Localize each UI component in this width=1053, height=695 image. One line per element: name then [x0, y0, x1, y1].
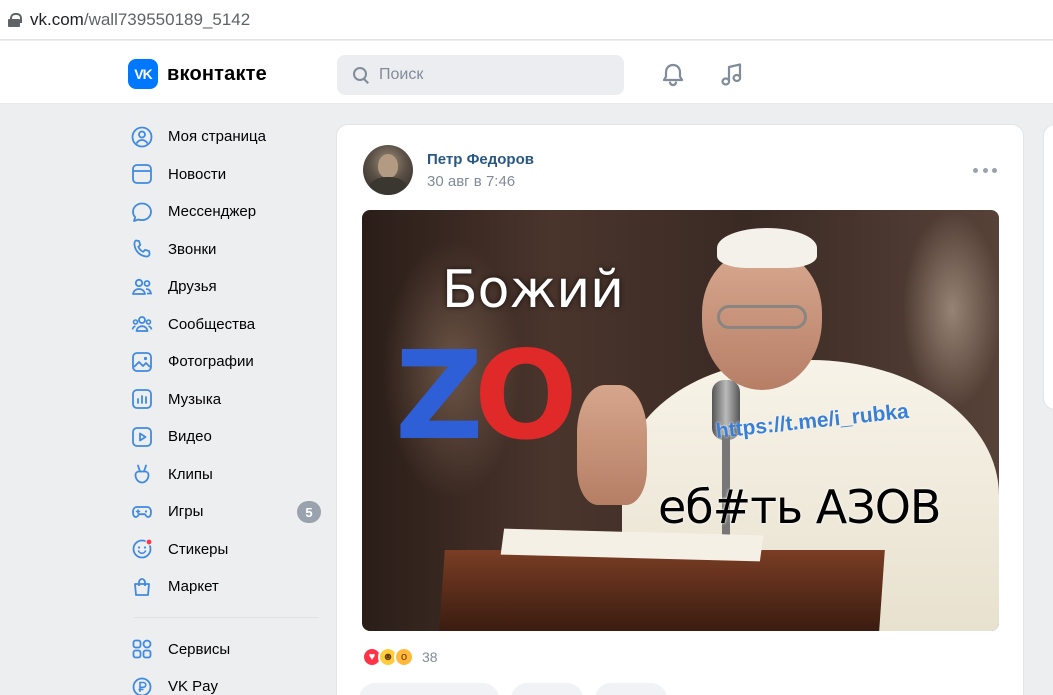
- right-column-card: [1043, 124, 1053, 410]
- sidebar-item-services[interactable]: Сервисы: [128, 631, 323, 669]
- clips-icon: [130, 462, 154, 486]
- sidebar-item-vkpay[interactable]: VK Pay: [128, 668, 323, 695]
- top-header: VK вконтакте: [0, 41, 1053, 104]
- post-image[interactable]: Божий Z O https://t.me/i_rubka еб#ть АЗО…: [362, 210, 999, 631]
- gamepad-icon: [130, 500, 154, 524]
- sidebar-item-music[interactable]: Музыка: [128, 381, 323, 419]
- vk-logo[interactable]: VK вконтакте: [128, 59, 267, 89]
- avatar[interactable]: [363, 145, 413, 195]
- market-icon: [130, 575, 154, 599]
- sidebar-item-my-page[interactable]: Моя страница: [128, 118, 323, 156]
- sidebar-label: Звонки: [168, 240, 217, 258]
- friends-icon: [130, 275, 154, 299]
- image-glasses: [717, 305, 807, 329]
- sticker-icon: [130, 537, 154, 561]
- communities-icon: [130, 312, 154, 336]
- sidebar-label: Клипы: [168, 465, 213, 483]
- avatar-body: [369, 177, 407, 195]
- sidebar-label: Фотографии: [168, 353, 254, 371]
- comment-button[interactable]: [511, 683, 583, 695]
- services-icon: [130, 637, 154, 661]
- sidebar-item-messenger[interactable]: Мессенджер: [128, 193, 323, 231]
- url-path: /wall739550189_5142: [83, 9, 251, 29]
- sidebar-label: Музыка: [168, 390, 222, 408]
- sidebar-label: Сервисы: [168, 640, 231, 658]
- post-time[interactable]: 30 авг в 7:46: [427, 173, 515, 190]
- like-button[interactable]: [359, 683, 499, 695]
- sidebar-item-stickers[interactable]: Стикеры: [128, 531, 323, 569]
- sidebar-label: Друзья: [168, 278, 217, 296]
- sidebar-label: Моя страница: [168, 128, 266, 146]
- image-letter-o: O: [474, 325, 578, 467]
- search-icon: [352, 66, 370, 84]
- reactions-summary[interactable]: ♥ ☻ o 38: [362, 647, 438, 667]
- message-icon: [130, 200, 154, 224]
- bell-icon[interactable]: [659, 61, 687, 89]
- dot-icon: [982, 167, 988, 173]
- sidebar-item-friends[interactable]: Друзья: [128, 268, 323, 306]
- reactions-count: 38: [422, 649, 438, 665]
- post-actions: [359, 683, 679, 695]
- sidebar-label: Сообщества: [168, 315, 256, 333]
- image-caption-bottom: еб#ть АЗОВ: [658, 480, 941, 534]
- post-more-button[interactable]: [973, 163, 997, 177]
- sidebar-item-news[interactable]: Новости: [128, 156, 323, 194]
- vkpay-icon: [130, 675, 154, 695]
- sidebar-item-market[interactable]: Маркет: [128, 568, 323, 606]
- image-hand: [577, 385, 647, 505]
- image-cap: [717, 228, 817, 268]
- search-input[interactable]: [379, 66, 609, 84]
- sidebar-item-calls[interactable]: Звонки: [128, 231, 323, 269]
- sidebar-item-video[interactable]: Видео: [128, 418, 323, 456]
- vk-logo-text: вконтакте: [167, 62, 267, 85]
- sidebar-item-clips[interactable]: Клипы: [128, 456, 323, 494]
- image-pulpit: [439, 550, 885, 631]
- search-box[interactable]: [337, 55, 624, 95]
- sidebar-label: Новости: [168, 165, 227, 183]
- sidebar-item-games[interactable]: Игры 5: [128, 493, 323, 531]
- url-text[interactable]: vk.com/wall739550189_5142: [30, 10, 250, 30]
- sidebar-label: Стикеры: [168, 540, 229, 558]
- music-icon: [130, 387, 154, 411]
- browser-address-bar[interactable]: vk.com/wall739550189_5142: [0, 0, 1053, 40]
- vk-logo-mark: VK: [128, 59, 158, 89]
- sidebar-label: Игры: [168, 503, 204, 521]
- left-sidebar: Моя страница Новости Мессенджер Звонки Д…: [128, 118, 323, 695]
- url-host: vk.com: [30, 9, 84, 29]
- sidebar-item-photos[interactable]: Фотографии: [128, 343, 323, 381]
- games-badge: 5: [297, 501, 321, 523]
- sidebar-item-communities[interactable]: Сообщества: [128, 306, 323, 344]
- share-button[interactable]: [595, 683, 667, 695]
- sidebar-divider: [134, 616, 319, 618]
- user-circle-icon: [130, 125, 154, 149]
- sidebar-label: Маркет: [168, 578, 219, 596]
- lock-icon: [8, 12, 22, 27]
- video-icon: [130, 425, 154, 449]
- sidebar-label: Видео: [168, 428, 212, 446]
- news-icon: [130, 162, 154, 186]
- dot-icon: [992, 167, 997, 173]
- photo-icon: [130, 350, 154, 374]
- music-note-icon[interactable]: [718, 61, 746, 89]
- post-card: Петр Федоров 30 авг в 7:46 Божий Z O htt…: [336, 124, 1024, 695]
- dot-icon: [973, 167, 978, 173]
- image-caption-top: Божий: [442, 260, 624, 320]
- phone-icon: [130, 237, 154, 261]
- image-letter-z: Z: [395, 325, 483, 467]
- image-bokeh: [902, 210, 999, 410]
- wow-emoji-icon: o: [394, 647, 414, 667]
- post-author[interactable]: Петр Федоров: [427, 151, 534, 168]
- sidebar-label: VK Pay: [168, 678, 219, 695]
- avatar-face: [378, 154, 398, 178]
- sidebar-label: Мессенджер: [168, 203, 257, 221]
